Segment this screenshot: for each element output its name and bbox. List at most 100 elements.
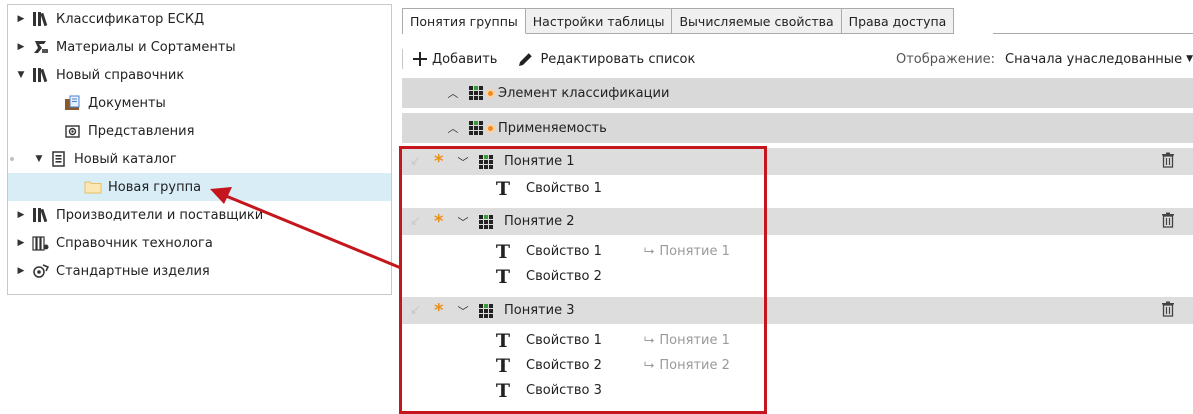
tree-item-label: Производители и поставщики xyxy=(56,207,264,223)
books-icon xyxy=(32,207,50,223)
chevron-down-icon: ▼ xyxy=(1186,54,1193,64)
standard-parts-icon xyxy=(32,263,50,279)
tree-item-label: Стандартные изделия xyxy=(56,263,210,279)
property-row[interactable]: T Свойство 2 ⮡ Понятие 2 xyxy=(402,353,1193,378)
chevron-up-icon[interactable]: ︿ xyxy=(446,120,460,136)
tab-access-rights[interactable]: Права доступа xyxy=(841,8,955,34)
property-label: Свойство 3 xyxy=(526,383,602,398)
add-button[interactable]: Добавить xyxy=(413,52,497,67)
tab-computed-properties[interactable]: Вычисляемые свойства xyxy=(672,8,842,34)
expand-arrow-icon[interactable]: ▶ xyxy=(14,210,28,220)
concept-grid-icon xyxy=(468,85,488,101)
property-label: Свойство 1 xyxy=(526,244,602,259)
tree-item-technologist[interactable]: ▶ Справочник технолога xyxy=(8,229,391,257)
trash-icon[interactable] xyxy=(1161,152,1175,172)
toolbar-separator xyxy=(402,49,403,69)
tree-item-label: Материалы и Сортаменты xyxy=(56,39,236,55)
tree-item-label: Новая группа xyxy=(108,179,202,195)
inherited-concept-row[interactable]: ︿ Элемент классификации xyxy=(402,78,1193,108)
tree-item-views[interactable]: Представления xyxy=(8,117,391,145)
property-row[interactable]: T Свойство 1 xyxy=(402,176,1193,201)
tree-item-standard-parts[interactable]: ▶ Стандартные изделия xyxy=(8,257,391,285)
folder-icon xyxy=(84,179,102,195)
expand-arrow-icon[interactable]: ▶ xyxy=(14,42,28,52)
trash-icon[interactable] xyxy=(1161,301,1175,321)
catalog-icon xyxy=(50,151,68,167)
property-row[interactable]: T Свойство 1 ⮡ Понятие 1 xyxy=(402,239,1193,264)
inherited-concept-label: Применяемость xyxy=(498,120,607,136)
undo-arrow-icon[interactable]: ↙ xyxy=(410,303,424,318)
tree-item-documents[interactable]: Документы xyxy=(8,89,391,117)
inherited-from: ⮡ Понятие 1 xyxy=(644,333,730,348)
inherited-from-label: Понятие 1 xyxy=(659,244,730,259)
concept-grid-icon xyxy=(478,303,498,319)
star-icon[interactable]: * xyxy=(434,211,448,232)
concept-grid-icon xyxy=(468,120,488,136)
technologist-books-icon xyxy=(32,235,50,251)
tab-bar-divider xyxy=(993,33,1193,34)
plus-icon xyxy=(413,52,427,66)
tree-item-label: Классификатор ЕСКД xyxy=(56,11,205,27)
property-row[interactable]: T Свойство 2 xyxy=(402,264,1193,289)
chevron-down-icon[interactable]: ﹀ xyxy=(456,154,470,170)
property-label: Свойство 2 xyxy=(526,358,602,373)
concept-label: Понятие 1 xyxy=(504,154,575,169)
tree-item-label: Новый справочник xyxy=(56,67,185,83)
tree-item-eskd[interactable]: ▶ Классификатор ЕСКД xyxy=(8,5,391,33)
toolbar: Добавить Редактировать список Отображени… xyxy=(402,44,1193,74)
chevron-down-icon[interactable]: ﹀ xyxy=(456,303,470,319)
star-icon[interactable]: * xyxy=(434,151,448,172)
tree-item-manufacturers[interactable]: ▶ Производители и поставщики xyxy=(8,201,391,229)
text-type-icon: T xyxy=(495,177,511,200)
materials-icon xyxy=(32,39,50,55)
display-mode-dropdown[interactable]: Сначала унаследованные ▼ xyxy=(1005,52,1193,67)
tab-group-concepts[interactable]: Понятия группы xyxy=(403,8,526,34)
expand-arrow-icon[interactable]: ▶ xyxy=(14,266,28,276)
inherited-concept-row[interactable]: ︿ Применяемость xyxy=(402,113,1193,143)
inherited-concept-label: Элемент классификации xyxy=(498,85,670,101)
inherited-from: ⮡ Понятие 1 xyxy=(644,244,730,259)
inherited-from: ⮡ Понятие 2 xyxy=(644,358,730,373)
concept-row[interactable]: ↙ * ﹀ Понятие 2 xyxy=(402,208,1193,235)
property-label: Свойство 2 xyxy=(526,269,602,284)
inherit-arrow-icon: ⮡ xyxy=(644,358,655,373)
undo-arrow-icon[interactable]: ↙ xyxy=(410,154,424,169)
books-icon xyxy=(32,11,50,27)
text-type-icon: T xyxy=(495,265,511,288)
display-mode-value: Сначала унаследованные xyxy=(1005,51,1183,67)
edit-list-button[interactable]: Редактировать список xyxy=(517,51,695,67)
state-dot-icon xyxy=(10,157,14,161)
tree-item-materials[interactable]: ▶ Материалы и Сортаменты xyxy=(8,33,391,61)
tree-item-new-group[interactable]: Новая группа xyxy=(8,173,391,201)
tab-table-settings[interactable]: Настройки таблицы xyxy=(525,8,673,34)
chevron-down-icon[interactable]: ﹀ xyxy=(456,214,470,230)
books-icon xyxy=(32,67,50,83)
concept-label: Понятие 2 xyxy=(504,214,575,229)
star-icon[interactable]: * xyxy=(434,300,448,321)
undo-arrow-icon[interactable]: ↙ xyxy=(410,214,424,229)
tree-item-new-reference[interactable]: ▼ Новый справочник xyxy=(8,61,391,89)
trash-icon[interactable] xyxy=(1161,212,1175,232)
property-row[interactable]: T Свойство 3 xyxy=(402,378,1193,403)
catalog-tree: ▶ Классификатор ЕСКД ▶ Материалы и Сорта… xyxy=(7,4,392,295)
add-button-label: Добавить xyxy=(432,51,498,67)
text-type-icon: T xyxy=(495,329,511,352)
expand-arrow-icon[interactable]: ▶ xyxy=(14,14,28,24)
collapse-arrow-icon[interactable]: ▼ xyxy=(32,154,46,164)
tree-item-new-catalog[interactable]: ▼ Новый каталог xyxy=(8,145,391,173)
tab-bar: Понятия группы Настройки таблицы Вычисля… xyxy=(402,8,955,34)
concept-row[interactable]: ↙ * ﹀ Понятие 1 xyxy=(402,148,1193,175)
tree-item-label: Новый каталог xyxy=(74,151,177,167)
tree-item-label: Представления xyxy=(88,123,195,139)
property-row[interactable]: T Свойство 1 ⮡ Понятие 1 xyxy=(402,328,1193,353)
collapse-arrow-icon[interactable]: ▼ xyxy=(14,70,28,80)
concept-label: Понятие 3 xyxy=(504,303,575,318)
concept-row[interactable]: ↙ * ﹀ Понятие 3 xyxy=(402,297,1193,324)
inherited-from-label: Понятие 1 xyxy=(659,333,730,348)
text-type-icon: T xyxy=(495,354,511,377)
inherited-mark-icon xyxy=(486,88,495,98)
expand-arrow-icon[interactable]: ▶ xyxy=(14,238,28,248)
edit-list-button-label: Редактировать список xyxy=(540,51,696,67)
chevron-up-icon[interactable]: ︿ xyxy=(446,85,460,101)
views-icon xyxy=(64,123,82,139)
